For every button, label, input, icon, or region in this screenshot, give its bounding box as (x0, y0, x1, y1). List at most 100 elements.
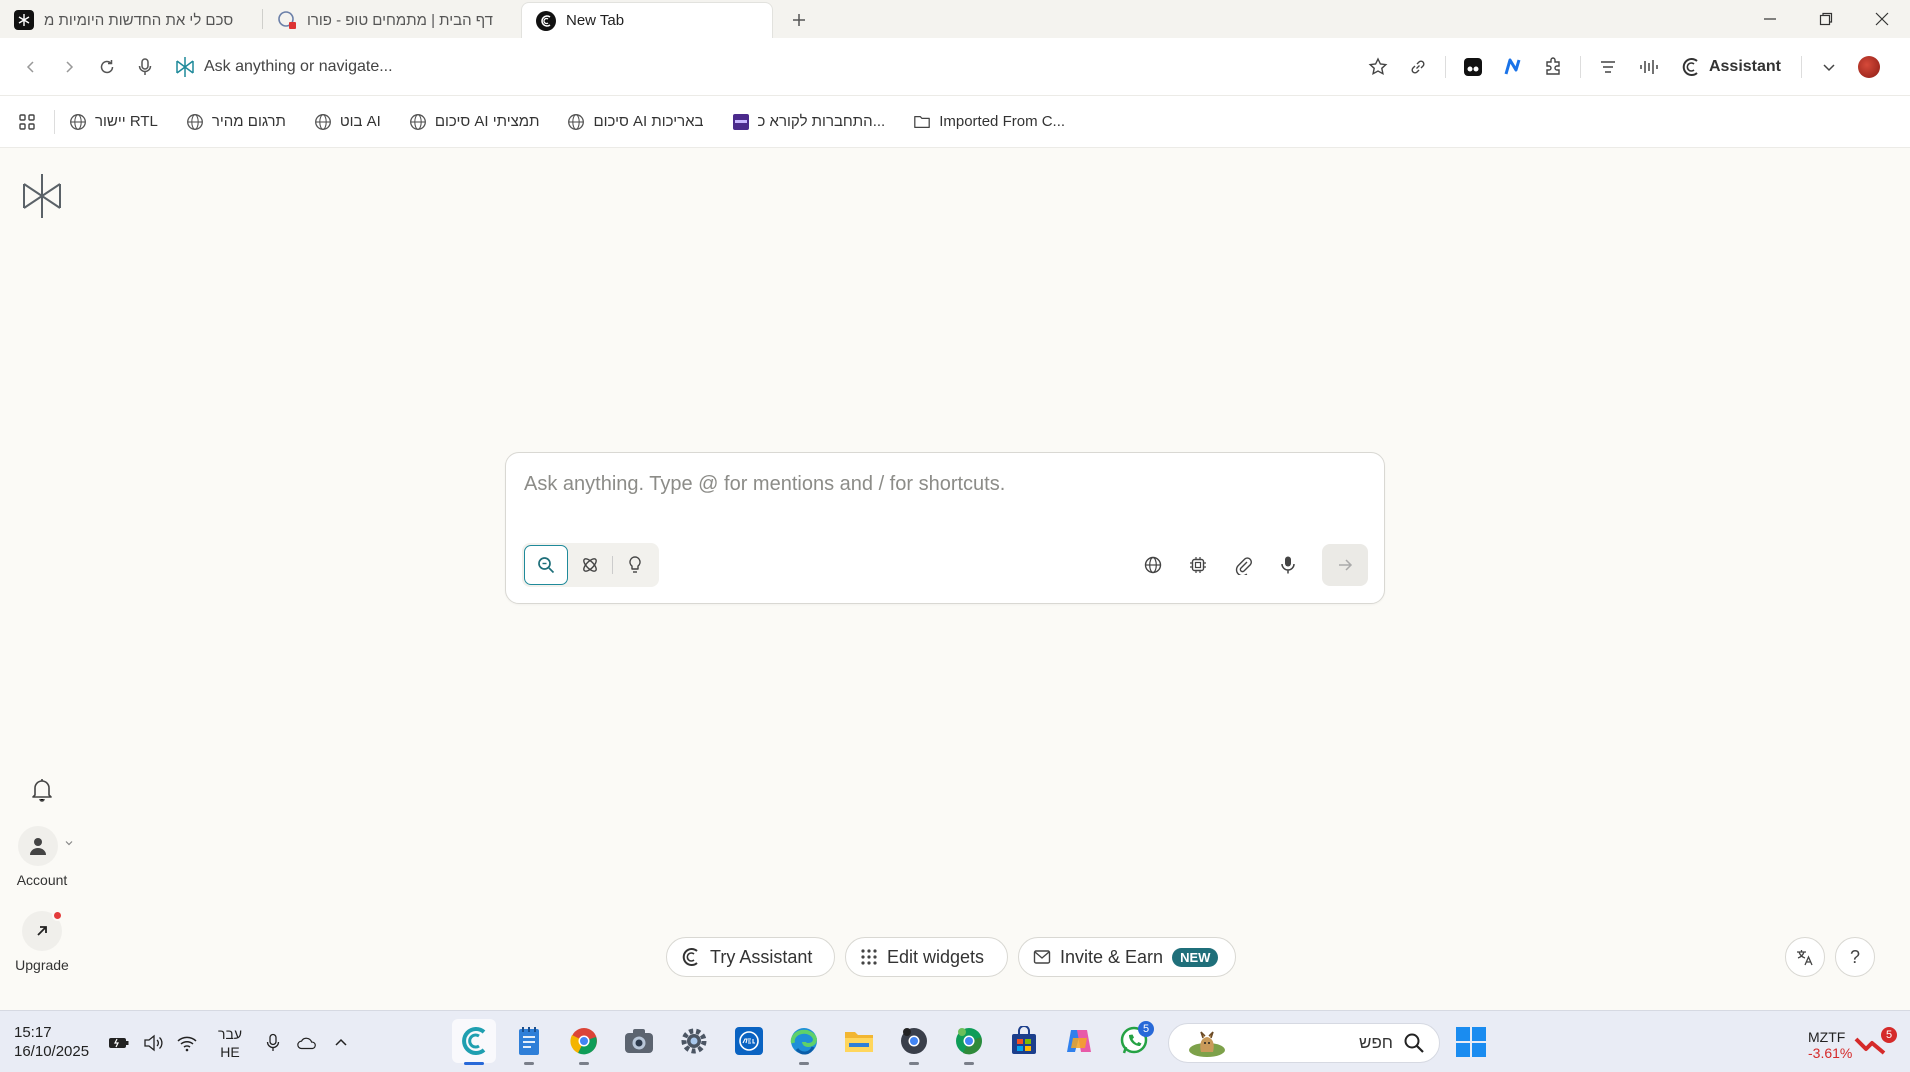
taskbar-comet[interactable] (452, 1019, 496, 1065)
onedrive-icon[interactable] (296, 1032, 318, 1054)
stock-ticker-widget[interactable]: MZTF -3.61% (1808, 1029, 1852, 1061)
assistant-label: Assistant (1708, 57, 1781, 75)
taskbar-chrome[interactable] (562, 1019, 606, 1065)
list-icon (1600, 60, 1615, 73)
assistant-button[interactable]: Assistant (1669, 49, 1793, 85)
arrow-left-icon (26, 60, 34, 73)
taskbar-settings[interactable] (672, 1019, 716, 1063)
voice-search-button[interactable] (126, 48, 164, 86)
taskbar-copilot[interactable] (1057, 1019, 1101, 1063)
tab-news-summary[interactable]: סכם לי את החדשות היומיות מ (0, 2, 262, 38)
wifi-icon[interactable] (176, 1032, 198, 1054)
invite-earn-button[interactable]: Invite & Earn NEW (1018, 937, 1236, 977)
upgrade-button[interactable]: Upgrade (10, 910, 74, 973)
bookmark-item[interactable]: התחברות לקורא כ... (732, 113, 886, 131)
bookmark-label: יישור RTL (95, 113, 158, 130)
microphone-icon[interactable] (262, 1032, 284, 1054)
taskbar-clock[interactable]: 15:17 16/10/2025 (14, 1023, 89, 1061)
taskbar-file-explorer[interactable] (837, 1019, 881, 1063)
research-mode-button[interactable] (568, 545, 612, 585)
tab-new-tab[interactable]: New Tab (521, 2, 773, 38)
extensions-button[interactable] (1534, 48, 1572, 86)
labs-mode-button[interactable] (613, 545, 657, 585)
taskbar-edge[interactable] (782, 1019, 826, 1065)
close-window-button[interactable] (1854, 0, 1910, 38)
unread-badge: 5 (1138, 1021, 1154, 1037)
bookmark-item[interactable]: יישור RTL (69, 113, 158, 131)
address-bar[interactable]: Ask anything or navigate... (174, 48, 1359, 86)
profile-button[interactable] (1850, 48, 1888, 86)
edge-icon (790, 1028, 818, 1055)
forward-button[interactable] (50, 48, 88, 86)
bookmark-item[interactable]: בוט AI (314, 113, 381, 131)
apps-button[interactable] (14, 109, 40, 135)
mail-icon (1033, 950, 1051, 964)
sources-button[interactable] (1132, 545, 1173, 585)
n-extension-icon (1504, 58, 1521, 74)
taskbar-whatsapp[interactable]: 5 (1112, 1019, 1156, 1063)
comet-icon (536, 10, 556, 31)
windows-start-button[interactable] (1456, 1027, 1486, 1057)
ticker-change: -3.61% (1808, 1045, 1853, 1061)
window-controls (1742, 0, 1910, 38)
bookmark-folder[interactable]: Imported From C... (913, 113, 1065, 131)
extension-button-2[interactable] (1494, 48, 1532, 86)
battery-icon[interactable] (108, 1032, 130, 1054)
notifications-button[interactable] (24, 772, 60, 808)
help-label: ? (1849, 946, 1860, 967)
bookmark-item[interactable]: תרגום מהיר (186, 113, 286, 131)
dell-icon (735, 1027, 763, 1055)
taskbar-chrome-profile-3[interactable] (947, 1019, 991, 1065)
taskbar-search[interactable]: חפש (1168, 1023, 1440, 1063)
perplexity-icon (14, 10, 34, 30)
minimize-button[interactable] (1742, 0, 1798, 38)
windows-logo-pane (1472, 1027, 1486, 1041)
copy-link-button[interactable] (1399, 48, 1437, 86)
globe-icon (186, 113, 204, 131)
plus-icon (793, 14, 805, 26)
back-button[interactable] (12, 48, 50, 86)
bookmark-item[interactable]: סיכום AI באריכות (567, 113, 704, 131)
model-select-button[interactable] (1177, 545, 1218, 585)
search-icon (1404, 1033, 1424, 1053)
tab-search-button[interactable] (1810, 48, 1848, 86)
new-tab-button[interactable] (781, 2, 817, 38)
bookmark-label: התחברות לקורא כ... (757, 113, 886, 130)
taskbar-notepad[interactable] (507, 1019, 551, 1065)
windows-logo-pane (1456, 1043, 1470, 1057)
taskbar-store[interactable] (1002, 1019, 1046, 1063)
account-button[interactable]: Account (10, 826, 74, 888)
edit-widgets-button[interactable]: Edit widgets (845, 937, 1008, 977)
voice-mode-button[interactable] (1629, 48, 1667, 86)
reload-button[interactable] (88, 48, 126, 86)
arrow-right-icon (1339, 559, 1353, 571)
help-button[interactable]: ? (1835, 937, 1875, 977)
perplexity-home-logo[interactable] (20, 172, 64, 220)
search-input[interactable]: Ask anything. Type @ for mentions and / … (524, 473, 1005, 496)
submit-button[interactable] (1322, 544, 1368, 586)
restore-button[interactable] (1798, 0, 1854, 38)
try-assistant-button[interactable]: Try Assistant (666, 937, 835, 977)
windows-logo-pane (1472, 1043, 1486, 1057)
reader-mode-button[interactable] (1589, 48, 1627, 86)
search-mode-button[interactable] (524, 545, 568, 585)
bookmark-star-button[interactable] (1359, 48, 1397, 86)
store-icon (1012, 1026, 1036, 1054)
attach-button[interactable] (1222, 545, 1263, 585)
user-icon (30, 838, 46, 855)
language-indicator[interactable]: עבר HE (218, 1025, 242, 1061)
toolbar-divider (1579, 55, 1581, 78)
account-label: Account (16, 872, 68, 888)
translate-button[interactable] (1785, 937, 1825, 977)
extension-button-1[interactable] (1454, 48, 1492, 86)
search-box[interactable]: Ask anything. Type @ for mentions and / … (505, 452, 1385, 604)
volume-icon[interactable] (142, 1032, 164, 1054)
bookmark-item[interactable]: סיכום AI תמציתי (409, 113, 539, 131)
bell-icon (32, 779, 52, 802)
taskbar-dell[interactable] (727, 1019, 771, 1063)
chevron-up-icon[interactable] (330, 1032, 352, 1054)
tab-forum[interactable]: דף הבית | מתמחים טופ - פורו (263, 2, 519, 38)
taskbar-chrome-profile-2[interactable] (892, 1019, 936, 1065)
taskbar-camera[interactable] (617, 1019, 661, 1063)
dictation-button[interactable] (1267, 545, 1308, 585)
